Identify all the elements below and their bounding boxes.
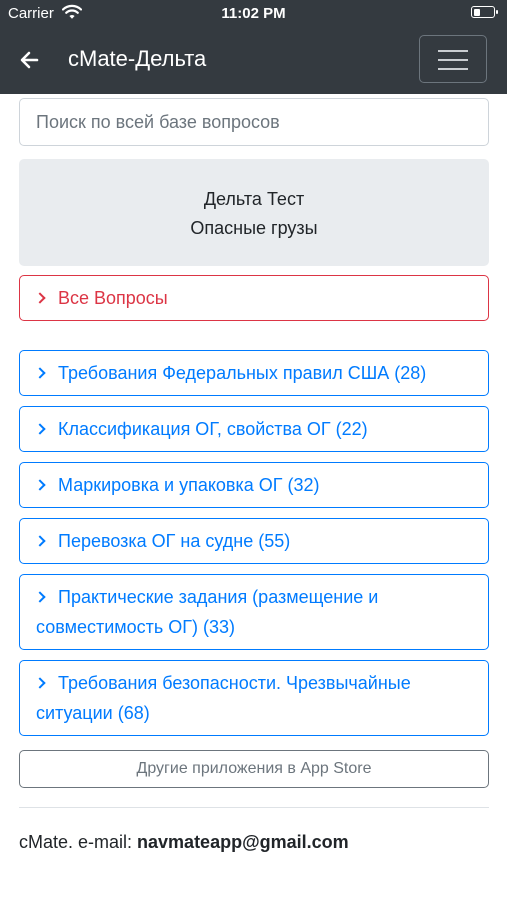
navbar: cMate-Дельта bbox=[0, 26, 507, 94]
test-subject: Опасные грузы bbox=[190, 218, 318, 238]
chevron-right-icon bbox=[34, 535, 46, 547]
divider bbox=[19, 807, 489, 808]
status-time: 11:02 PM bbox=[221, 5, 286, 22]
page-title: cMate-Дельта bbox=[68, 46, 207, 71]
category-label: Классификация ОГ, свойства ОГ (22) bbox=[58, 419, 368, 439]
category-label: Маркировка и упаковка ОГ (32) bbox=[58, 475, 320, 495]
category-button[interactable]: Требования безопасности. Чрезвычайные си… bbox=[19, 660, 489, 736]
menu-bar-icon bbox=[438, 59, 468, 61]
status-bar: Carrier 11:02 PM bbox=[0, 0, 507, 26]
category-button[interactable]: Перевозка ОГ на судне (55) bbox=[19, 518, 489, 564]
category-label: Требования безопасности. Чрезвычайные си… bbox=[36, 673, 411, 723]
category-label: Требования Федеральных правил США (28) bbox=[58, 363, 427, 383]
all-questions-button[interactable]: Все Вопросы bbox=[19, 275, 489, 321]
chevron-right-icon bbox=[34, 479, 46, 491]
test-info-card: Дельта Тест Опасные грузы bbox=[19, 159, 489, 266]
category-label: Практические задания (размещение и совме… bbox=[36, 587, 379, 637]
category-button[interactable]: Классификация ОГ, свойства ОГ (22) bbox=[19, 406, 489, 452]
footer-contact: cMate. e-mail: navmateapp@gmail.com bbox=[19, 832, 349, 853]
category-button[interactable]: Маркировка и упаковка ОГ (32) bbox=[19, 462, 489, 508]
hamburger-menu-button[interactable] bbox=[419, 35, 487, 83]
footer-email-link[interactable]: navmateapp@gmail.com bbox=[137, 832, 349, 852]
test-name: Дельта Тест bbox=[203, 189, 305, 209]
other-apps-button[interactable]: Другие приложения в App Store bbox=[19, 750, 489, 788]
footer-prefix: cMate. e-mail: bbox=[19, 832, 138, 852]
menu-bar-icon bbox=[438, 50, 468, 52]
category-button[interactable]: Требования Федеральных правил США (28) bbox=[19, 350, 489, 396]
chevron-right-icon bbox=[34, 591, 46, 603]
chevron-right-icon bbox=[34, 367, 46, 379]
chevron-right-icon bbox=[34, 677, 46, 689]
search-input[interactable] bbox=[19, 98, 489, 146]
category-label: Перевозка ОГ на судне (55) bbox=[58, 531, 291, 551]
chevron-right-icon bbox=[34, 423, 46, 435]
back-arrow-icon[interactable] bbox=[18, 46, 42, 74]
chevron-right-icon bbox=[34, 292, 46, 304]
category-button[interactable]: Практические задания (размещение и совме… bbox=[19, 574, 489, 650]
all-questions-label: Все Вопросы bbox=[58, 288, 168, 308]
battery-icon bbox=[471, 6, 498, 18]
menu-bar-icon bbox=[438, 68, 468, 70]
